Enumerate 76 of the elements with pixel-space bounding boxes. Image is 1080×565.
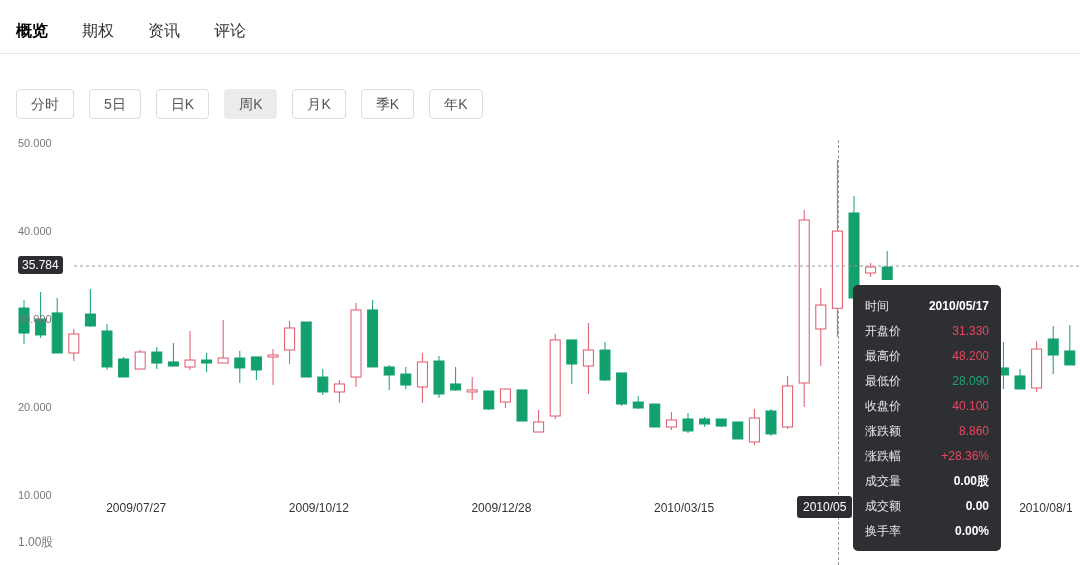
tooltip-value: 28.090 <box>952 372 989 390</box>
tooltip-label: 涨跌幅 <box>865 447 901 465</box>
tooltip-label: 成交量 <box>865 472 901 490</box>
period-button[interactable]: 季K <box>360 89 415 119</box>
tab[interactable]: 评论 <box>214 18 246 44</box>
candlestick <box>815 287 827 367</box>
tooltip-label: 涨跌额 <box>865 422 901 440</box>
candlestick <box>1047 325 1059 375</box>
tooltip-label: 时间 <box>865 297 889 315</box>
candlestick <box>184 330 196 371</box>
axis-label: 30.000 <box>18 314 52 325</box>
candlestick <box>84 288 96 328</box>
axis-label: 2010/03/15 <box>654 502 715 514</box>
period-button[interactable]: 月K <box>292 89 346 119</box>
candlestick <box>499 388 511 409</box>
tooltip-value: 0.00股 <box>953 472 989 490</box>
tooltip-value: 40.100 <box>952 397 989 415</box>
candlestick <box>118 356 130 378</box>
candlestick <box>333 379 345 404</box>
tab[interactable]: 期权 <box>82 18 114 44</box>
candlestick <box>217 319 229 364</box>
axis-label: 40.000 <box>18 226 52 237</box>
candlestick <box>533 409 545 433</box>
candlestick <box>134 349 146 370</box>
tooltip-value: 2010/05/17 <box>928 297 989 315</box>
period-button[interactable]: 分时 <box>16 89 74 119</box>
candlestick <box>68 328 80 362</box>
period-button[interactable]: 周K <box>224 89 278 119</box>
candlestick <box>1064 324 1076 366</box>
candlestick <box>383 364 395 391</box>
tooltip-value: 48.200 <box>952 347 989 365</box>
period-button[interactable]: 年K <box>429 89 483 119</box>
candlestick <box>682 412 694 434</box>
date-label: 2010/05 <box>797 496 853 518</box>
tooltip-label: 换手率 <box>865 522 901 540</box>
tooltip-value: 31.330 <box>952 322 989 340</box>
candlestick <box>1014 368 1026 390</box>
axis-label: 2009/10/12 <box>288 502 349 514</box>
tooltip-label: 收盘价 <box>865 397 901 415</box>
candlestick <box>201 352 213 373</box>
tooltip-label: 开盘价 <box>865 322 901 340</box>
candlestick <box>466 376 478 401</box>
tab[interactable]: 资讯 <box>148 18 180 44</box>
tooltip-value: 0.00% <box>954 522 989 540</box>
candlestick <box>284 320 296 365</box>
candlestick <box>582 322 594 395</box>
axis-label: 2009/12/28 <box>471 502 532 514</box>
tooltip-label: 最高价 <box>865 347 901 365</box>
axis-label: 2009/07/27 <box>106 502 167 514</box>
candlestick <box>151 346 163 370</box>
candlestick <box>250 356 262 381</box>
tooltip-label: 成交额 <box>865 497 901 515</box>
price-label: 35.784 <box>18 256 63 274</box>
tab[interactable]: 概览 <box>16 18 48 44</box>
candlestick <box>765 408 777 437</box>
candlestick <box>167 342 179 367</box>
axis-label: 20.000 <box>18 402 52 413</box>
candlestick <box>665 411 677 431</box>
period-button[interactable]: 5日 <box>89 89 141 119</box>
tooltip-value: 8.860 <box>958 422 989 440</box>
candlestick <box>267 348 279 386</box>
candlestick <box>649 403 661 428</box>
period-button[interactable]: 日K <box>155 89 210 119</box>
candlestick <box>400 366 412 390</box>
axis-label: 50.000 <box>18 137 52 149</box>
tooltip-value: +28.36% <box>941 447 989 465</box>
volume-label: 1.00股 <box>18 536 54 548</box>
candlestick <box>234 350 246 384</box>
candlestick <box>317 368 329 396</box>
axis-label: 10.000 <box>18 490 52 501</box>
candlestick <box>450 366 462 392</box>
tooltip-label: 最低价 <box>865 372 901 390</box>
tooltip-value: 0.00 <box>965 497 989 515</box>
candlestick <box>748 408 760 446</box>
candlestick <box>881 250 893 281</box>
axis-label: 2010/08/1 <box>1019 502 1073 514</box>
